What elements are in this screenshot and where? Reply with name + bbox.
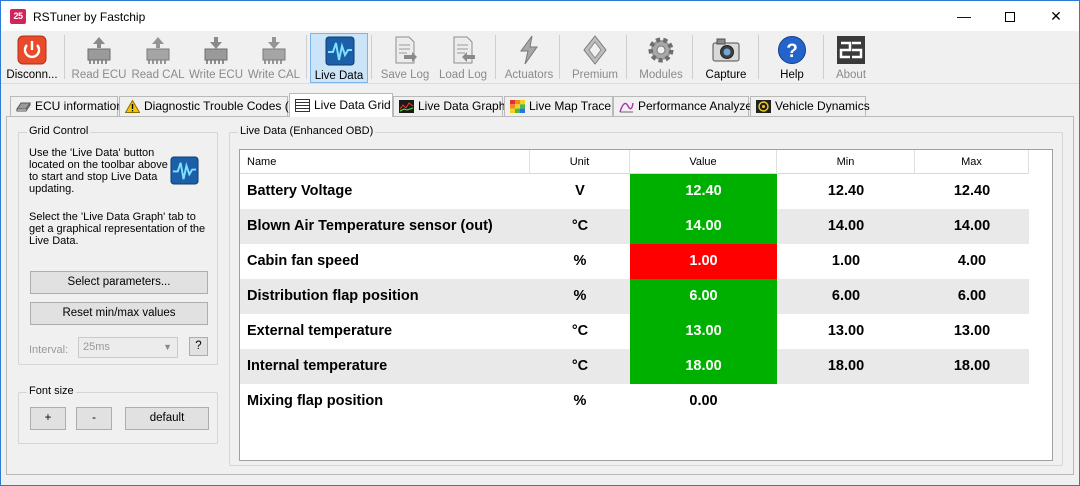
tab-live-data-graph[interactable]: Live Data Graph: [393, 96, 505, 116]
dynamics-icon: [756, 100, 771, 113]
tab-performance-analyzer[interactable]: Performance Analyzer: [613, 96, 756, 116]
grid-control-title: Grid Control: [27, 125, 91, 137]
renault-logo-icon: [583, 35, 607, 65]
chip-read-icon: [87, 37, 111, 64]
svg-text:?: ?: [786, 41, 798, 62]
column-header-name[interactable]: Name: [240, 150, 530, 174]
font-default-button[interactable]: default: [125, 407, 209, 430]
interval-help-button[interactable]: ?: [189, 337, 208, 356]
power-icon: [17, 35, 47, 65]
gear-icon: [648, 37, 674, 63]
font-size-group: Font size + - default: [18, 385, 218, 444]
save-log-button[interactable]: Save Log: [376, 33, 434, 83]
write-ecu-button[interactable]: Write ECU: [187, 33, 245, 83]
toolbar: Disconn... Read ECU Read CAL Write ECU W…: [1, 31, 1079, 84]
camera-icon: [712, 38, 740, 62]
app-window: 25 RSTuner by Fastchip — ✕ Disconn... Re…: [0, 0, 1080, 486]
write-cal-button[interactable]: Write CAL: [245, 33, 303, 83]
table-row[interactable]: Distribution flap position % 6.00 6.00 6…: [240, 279, 1029, 314]
grid-control-graph-text: Select the 'Live Data Graph' tab to get …: [29, 211, 206, 247]
map-icon: [510, 100, 525, 113]
close-button[interactable]: ✕: [1033, 1, 1079, 31]
table-row[interactable]: Blown Air Temperature sensor (out) °C 14…: [240, 209, 1029, 244]
grid-control-help-text: Use the 'Live Data' button located on th…: [29, 147, 168, 195]
grid-header: Name Unit Value Min Max: [240, 150, 1029, 174]
warning-icon: [125, 100, 140, 113]
column-header-value[interactable]: Value: [630, 150, 777, 174]
load-log-icon: [453, 36, 475, 64]
chip-write-cal-icon: [262, 37, 286, 64]
minimize-button[interactable]: —: [941, 1, 987, 31]
tab-diagnostic-trouble-codes[interactable]: Diagnostic Trouble Codes (5): [119, 96, 299, 116]
about-button[interactable]: About: [822, 33, 880, 83]
tab-strip: ECU information Diagnostic Trouble Codes…: [1, 93, 1079, 117]
maximize-icon: [1005, 12, 1015, 23]
bolt-icon: [520, 35, 538, 65]
tab-live-map-trace[interactable]: Live Map Trace: [504, 96, 613, 116]
help-icon: ?: [778, 36, 806, 64]
chevron-down-icon: ▼: [163, 342, 172, 352]
maximize-button[interactable]: [987, 1, 1033, 31]
table-row[interactable]: Battery Voltage V 12.40 12.40 12.40: [240, 174, 1029, 209]
chip-write-icon: [204, 37, 228, 64]
tab-live-data-grid[interactable]: Live Data Grid: [289, 93, 393, 117]
window-title: RSTuner by Fastchip: [33, 10, 146, 24]
font-decrease-button[interactable]: -: [76, 407, 112, 430]
ecu-icon: [16, 102, 31, 112]
pulse-icon: [170, 156, 199, 185]
table-row[interactable]: External temperature °C 13.00 13.00 13.0…: [240, 314, 1029, 349]
live-data-title: Live Data (Enhanced OBD): [238, 125, 376, 137]
about-logo-icon: [837, 36, 865, 64]
column-header-max[interactable]: Max: [915, 150, 1029, 174]
modules-button[interactable]: Modules: [632, 33, 690, 83]
performance-icon: [619, 102, 634, 113]
premium-button[interactable]: Premium: [566, 33, 624, 83]
pulse-icon: [325, 36, 355, 66]
capture-button[interactable]: Capture: [697, 33, 755, 83]
read-cal-button[interactable]: Read CAL: [129, 33, 187, 83]
interval-select[interactable]: 25ms ▼: [78, 337, 178, 358]
save-log-icon: [395, 36, 417, 64]
graph-icon: [399, 100, 414, 113]
actuators-button[interactable]: Actuators: [500, 33, 558, 83]
title-bar: 25 RSTuner by Fastchip — ✕: [1, 1, 1079, 31]
load-log-button[interactable]: Load Log: [434, 33, 492, 83]
column-header-min[interactable]: Min: [777, 150, 915, 174]
table-row[interactable]: Cabin fan speed % 1.00 1.00 4.00: [240, 244, 1029, 279]
grid-control-group: Grid Control Use the 'Live Data' button …: [18, 125, 218, 365]
disconnect-button[interactable]: Disconn...: [3, 33, 61, 83]
help-button[interactable]: ? Help: [763, 33, 821, 83]
font-size-title: Font size: [27, 385, 76, 397]
tab-ecu-information[interactable]: ECU information: [10, 96, 123, 116]
read-ecu-button[interactable]: Read ECU: [70, 33, 128, 83]
reset-min-max-button[interactable]: Reset min/max values: [30, 302, 208, 325]
table-row[interactable]: Internal temperature °C 18.00 18.00 18.0…: [240, 349, 1029, 384]
app-logo-icon: 25: [10, 9, 26, 24]
select-parameters-button[interactable]: Select parameters...: [30, 271, 208, 294]
live-data-grid[interactable]: Name Unit Value Min Max Battery Voltage …: [239, 149, 1053, 461]
live-data-button[interactable]: Live Data: [310, 33, 368, 83]
live-data-group: Live Data (Enhanced OBD) Name Unit Value…: [229, 125, 1063, 466]
tab-content-live-data-grid: Grid Control Use the 'Live Data' button …: [6, 116, 1074, 475]
grid-icon: [295, 99, 310, 112]
table-row[interactable]: Mixing flap position % 0.00: [240, 384, 1029, 419]
interval-label: Interval:: [29, 344, 69, 356]
column-header-unit[interactable]: Unit: [530, 150, 630, 174]
font-increase-button[interactable]: +: [30, 407, 66, 430]
chip-read-cal-icon: [146, 37, 170, 64]
tab-vehicle-dynamics[interactable]: Vehicle Dynamics: [750, 96, 870, 116]
